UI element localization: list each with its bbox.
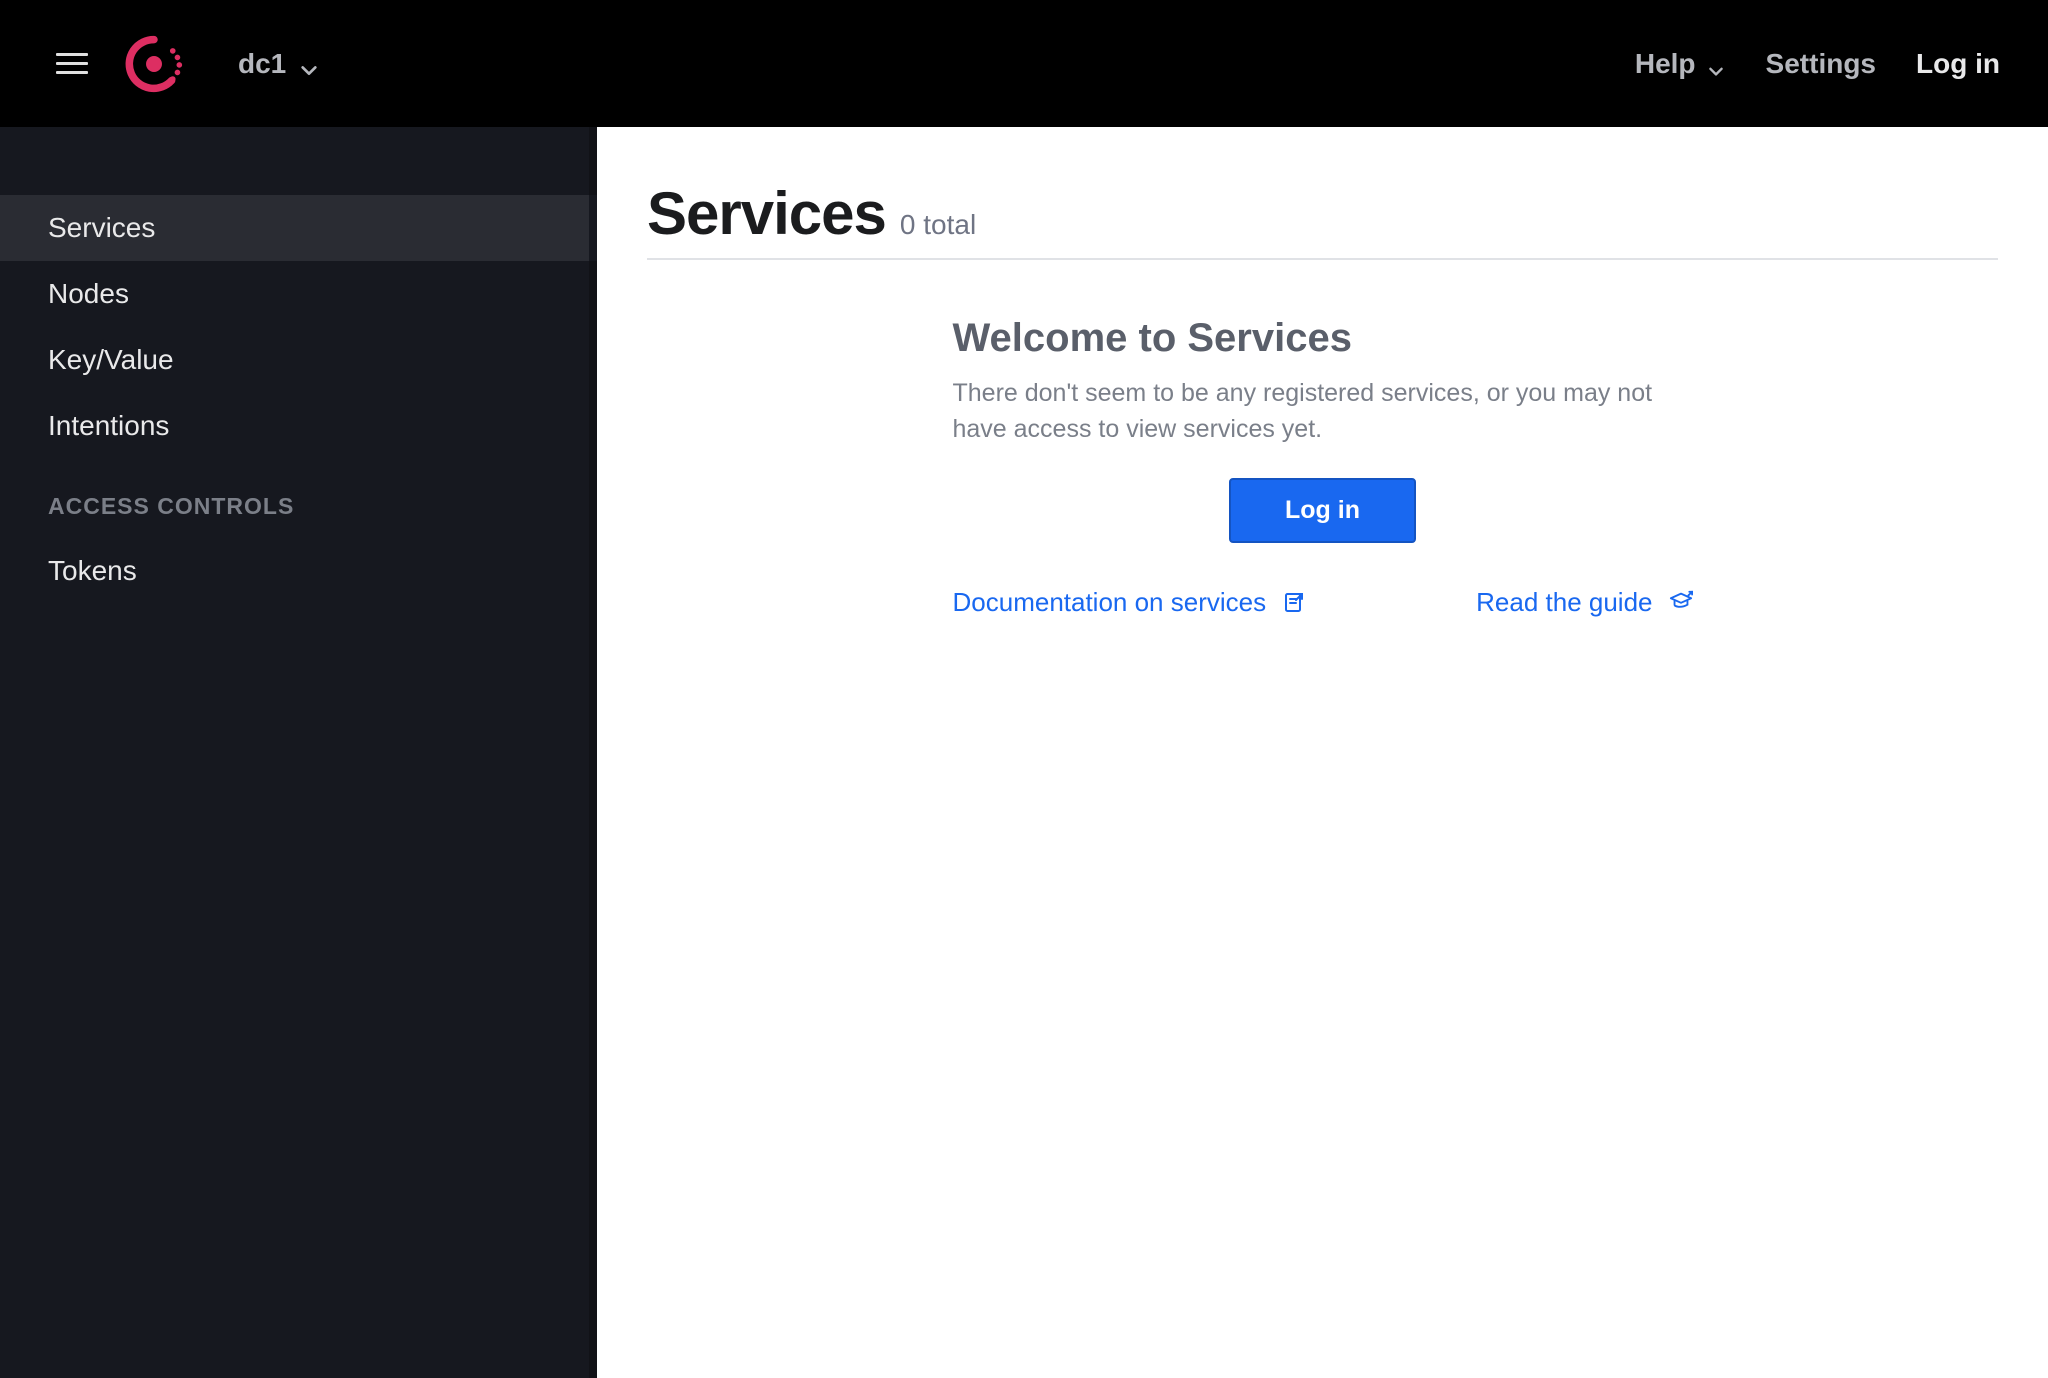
sidebar-item-nodes[interactable]: Nodes xyxy=(0,261,589,327)
guide-link-label: Read the guide xyxy=(1476,587,1652,618)
sidebar-item-services[interactable]: Services xyxy=(0,195,589,261)
page-header: Services 0 total xyxy=(647,179,1998,260)
count-label: 0 total xyxy=(900,209,976,241)
sidebar-item-keyvalue[interactable]: Key/Value xyxy=(0,327,589,393)
datacenter-label: dc1 xyxy=(238,48,286,80)
sidebar: Services Nodes Key/Value Intentions ACCE… xyxy=(0,127,597,1378)
docs-external-icon xyxy=(1282,590,1306,614)
topbar-right: Help Settings Log in xyxy=(1635,48,2000,80)
consul-logo-icon[interactable] xyxy=(124,34,184,94)
datacenter-selector[interactable]: dc1 xyxy=(238,48,318,80)
help-label: Help xyxy=(1635,48,1696,80)
login-link[interactable]: Log in xyxy=(1916,48,2000,80)
empty-state-links: Documentation on services Read the guide xyxy=(953,587,1693,618)
chevron-down-icon xyxy=(1708,55,1726,73)
learn-external-icon xyxy=(1669,590,1693,614)
documentation-link[interactable]: Documentation on services xyxy=(953,587,1307,618)
page-title: Services xyxy=(647,179,886,248)
help-menu[interactable]: Help xyxy=(1635,48,1726,80)
main-content: Services 0 total Welcome to Services The… xyxy=(597,127,2048,1378)
guide-link[interactable]: Read the guide xyxy=(1476,587,1692,618)
menu-toggle[interactable] xyxy=(56,48,88,80)
documentation-link-label: Documentation on services xyxy=(953,587,1267,618)
login-button[interactable]: Log in xyxy=(1229,478,1416,543)
empty-state: Welcome to Services There don't seem to … xyxy=(953,316,1693,618)
sidebar-section-access-controls: ACCESS CONTROLS xyxy=(0,459,589,538)
topbar-left: dc1 xyxy=(56,34,1635,94)
login-wrap: Log in xyxy=(953,478,1693,543)
settings-link[interactable]: Settings xyxy=(1766,48,1876,80)
chevron-down-icon xyxy=(300,55,318,73)
sidebar-item-tokens[interactable]: Tokens xyxy=(0,538,589,604)
topbar: dc1 Help Settings Log in xyxy=(0,0,2048,127)
empty-state-title: Welcome to Services xyxy=(953,316,1693,361)
empty-state-description: There don't seem to be any registered se… xyxy=(953,375,1693,448)
sidebar-item-intentions[interactable]: Intentions xyxy=(0,393,589,459)
